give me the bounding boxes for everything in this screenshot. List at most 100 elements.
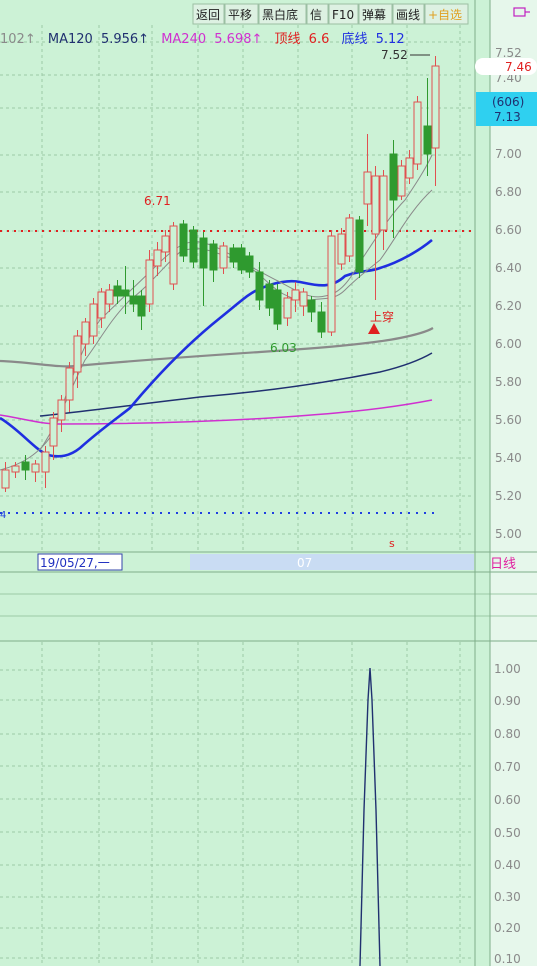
candle-body <box>73 335 82 373</box>
candle-body <box>229 247 238 263</box>
price-tick-label: 5.80 <box>495 375 522 389</box>
candle-body <box>113 285 122 297</box>
sub-tick-label: 0.10 <box>494 952 521 966</box>
sub-tick-label: 0.50 <box>494 826 521 840</box>
bottom-line-label: 底线 <box>342 31 368 47</box>
candle-body <box>413 101 422 165</box>
price-high-mid-label: 6.71 <box>144 194 171 208</box>
candle-body <box>57 399 66 421</box>
candle-body <box>291 289 300 301</box>
candle-body <box>145 259 154 305</box>
bottom-marker-label: s <box>389 537 395 550</box>
month-label: 07 <box>297 556 312 570</box>
toolbar-button-label-1: 平移 <box>228 8 252 22</box>
candle-body <box>363 171 372 205</box>
toolbar-button-label-3: 信 <box>310 8 322 22</box>
toolbar-button-label-6: 画线 <box>396 8 420 22</box>
price-tick-label: 6.20 <box>495 299 522 313</box>
candle-body <box>169 225 178 285</box>
candle-body <box>179 223 188 257</box>
toolbar-button-label-5: 弹幕 <box>362 8 386 22</box>
stock-chart-screen: 19/05/27,一 07 日线 返回 平移 黑白底信 F10 弹幕 画线 +自选 102↑… <box>0 0 537 966</box>
toolbar: 返回 平移 黑白底信 F10 弹幕 画线 +自选 <box>192 3 469 25</box>
candle-body <box>31 463 40 473</box>
candle-body <box>11 465 20 473</box>
chart-canvas: 19/05/27,一 07 日线 返回 平移 黑白底信 F10 弹幕 画线 +自选 102↑… <box>0 0 537 966</box>
sub-tick-label: 0.80 <box>494 727 521 741</box>
candle-body <box>273 289 282 325</box>
ma120-label: MA120 <box>48 32 93 47</box>
badge-price-label: 7.13 <box>494 110 521 124</box>
candle-body <box>345 217 354 257</box>
candle-body <box>317 311 326 333</box>
toolbar-button-label-2: 黑白底 <box>262 7 298 22</box>
price-tick-label: 5.00 <box>495 527 522 541</box>
candle-body <box>21 461 30 471</box>
top-line-value: 6.6 <box>309 32 330 47</box>
right-axis-panel <box>490 0 537 966</box>
sub-tick-label: 0.60 <box>494 793 521 807</box>
current-price-label: 7.46 <box>505 60 532 74</box>
price-tick-label: 6.60 <box>495 223 522 237</box>
candle-body <box>65 367 74 401</box>
candle-body <box>337 233 346 265</box>
ma-prev-tail: 102↑ <box>0 32 36 47</box>
candle-body <box>89 303 98 337</box>
candle-body <box>265 283 274 309</box>
price-tick-label: 5.40 <box>495 451 522 465</box>
candle-body <box>283 297 292 319</box>
candle-body <box>1 469 10 489</box>
ma240-value: 5.698↑ <box>214 32 262 47</box>
sub-tick-label: 0.20 <box>494 921 521 935</box>
candle-body <box>379 175 388 231</box>
time-range-highlight <box>190 554 474 570</box>
sub-tick-label: 0.70 <box>494 760 521 774</box>
price-high-label: 7.52 <box>381 48 408 62</box>
candle-body <box>237 247 246 271</box>
ma240-label: MA240 <box>161 32 206 47</box>
bottom-line-value: 5.12 <box>376 32 405 47</box>
background <box>0 0 537 966</box>
candle-body <box>137 295 146 317</box>
candle-body <box>199 237 208 269</box>
candle-body <box>97 291 106 319</box>
price-tick-label: 6.40 <box>495 261 522 275</box>
candle-body <box>153 249 162 267</box>
candle-body <box>431 65 440 149</box>
sub-tick-label: 0.30 <box>494 890 521 904</box>
candle-body <box>129 295 138 305</box>
candle-body <box>307 299 316 313</box>
left-edge-label: 4 <box>0 510 6 521</box>
candle-body <box>371 175 380 235</box>
candle-body <box>189 229 198 263</box>
toolbar-button-label-4: F10 <box>332 8 354 22</box>
sub-tick-label: 0.40 <box>494 858 521 872</box>
signal-cross-label: 上穿 <box>370 309 394 324</box>
price-tick-label: 5.60 <box>495 413 522 427</box>
sub-tick-label: 0.90 <box>494 694 521 708</box>
candle-body <box>397 165 406 197</box>
price-tick-label: 6.00 <box>495 337 522 351</box>
candle-body <box>41 451 50 473</box>
price-tick-label: 7.00 <box>495 147 522 161</box>
candle-body <box>405 157 414 179</box>
candle-body <box>49 417 58 447</box>
candle-body <box>219 245 228 269</box>
price-tick-label: 5.20 <box>495 489 522 503</box>
candle-body <box>255 271 264 301</box>
candle-body <box>245 255 254 273</box>
candle-body <box>121 289 130 297</box>
price-tick-label: 7.52 <box>495 46 522 60</box>
price-tick-label: 6.80 <box>495 185 522 199</box>
toolbar-button-label-0: 返回 <box>196 8 220 22</box>
candle-body <box>299 291 308 307</box>
period-daily-button[interactable]: 日线 <box>490 557 516 572</box>
price-low-label: 6.03 <box>270 341 297 355</box>
count-badge-label: (606) <box>492 95 524 109</box>
top-line-label: 顶线 <box>275 32 301 47</box>
date-label: 19/05/27,一 <box>40 556 110 570</box>
candle-body <box>423 125 432 155</box>
candle-body <box>81 321 90 345</box>
sub-tick-label: 1.00 <box>494 662 521 676</box>
ma-indicator-line: 102↑ MA120 5.956↑ MA240 5.698↑ 顶线 6.6 底线… <box>0 31 405 47</box>
